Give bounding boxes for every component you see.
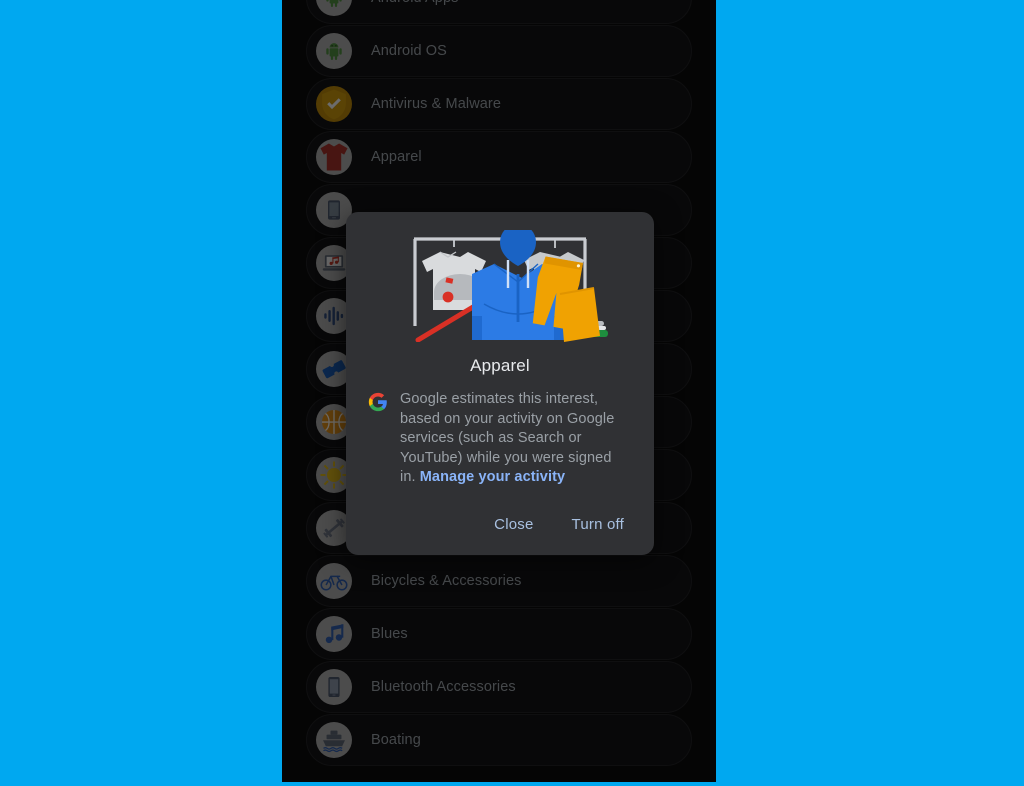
list-item-label: Android OS bbox=[371, 43, 447, 59]
boat-icon bbox=[316, 722, 352, 758]
bicycle-icon bbox=[316, 563, 352, 599]
list-item-label: Apparel bbox=[371, 149, 422, 165]
manage-your-activity-link[interactable]: Manage your activity bbox=[420, 469, 565, 485]
list-item[interactable]: Bicycles & Accessories bbox=[306, 555, 692, 607]
list-item[interactable]: Apparel bbox=[306, 131, 692, 183]
t-shirt-icon bbox=[316, 139, 352, 175]
list-item-label: Bluetooth Accessories bbox=[371, 679, 516, 695]
dialog-title: Apparel bbox=[470, 356, 530, 375]
phone-viewport: Android Apps Android OS Antivirus & Malw… bbox=[282, 0, 716, 782]
dialog-description: Google estimates this interest, based on… bbox=[400, 390, 630, 488]
dialog-actions: Close Turn off bbox=[346, 490, 654, 545]
interest-detail-dialog: Apparel Google estimates this interest, … bbox=[346, 212, 654, 555]
list-item[interactable]: Android OS bbox=[306, 25, 692, 77]
list-item-label: Bicycles & Accessories bbox=[371, 573, 522, 589]
list-item[interactable]: Boating bbox=[306, 714, 692, 766]
list-item[interactable]: Antivirus & Malware bbox=[306, 78, 692, 130]
android-robot-icon bbox=[316, 33, 352, 69]
apparel-clothing-rack-illustration bbox=[346, 228, 654, 348]
list-item[interactable]: Bluetooth Accessories bbox=[306, 661, 692, 713]
list-item-label: Blues bbox=[371, 626, 408, 642]
google-g-logo bbox=[368, 392, 388, 488]
music-note-icon bbox=[316, 616, 352, 652]
list-item[interactable]: Blues bbox=[306, 608, 692, 660]
turn-off-button[interactable]: Turn off bbox=[558, 508, 638, 541]
list-item-label: Boating bbox=[371, 732, 421, 748]
list-item-label: Antivirus & Malware bbox=[371, 96, 502, 112]
list-item[interactable]: Android Apps bbox=[306, 0, 692, 24]
bottom-blue-strip bbox=[282, 782, 716, 786]
dialog-body: Google estimates this interest, based on… bbox=[346, 378, 654, 490]
android-robot-icon bbox=[316, 0, 352, 16]
shield-check-icon bbox=[316, 86, 352, 122]
list-item-label: Android Apps bbox=[371, 0, 458, 6]
close-button[interactable]: Close bbox=[480, 508, 547, 541]
mobile-phone-icon bbox=[316, 669, 352, 705]
